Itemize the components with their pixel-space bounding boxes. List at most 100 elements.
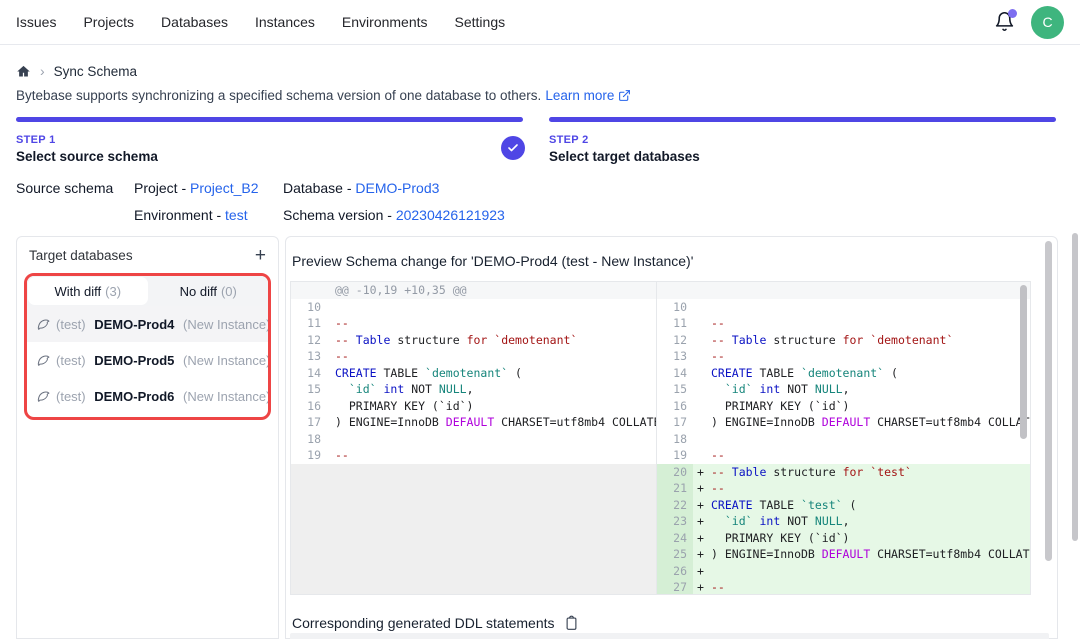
diff-line: 10: [291, 299, 656, 316]
diff-marker: [693, 398, 711, 415]
sql-token: TABLE: [753, 498, 801, 512]
line-number: 18: [291, 431, 327, 448]
diff-marker: [693, 431, 711, 448]
sql-token: NULL: [815, 514, 843, 528]
tab-label: No diff: [180, 284, 217, 299]
environment-link[interactable]: test: [225, 207, 248, 223]
sql-token: CREATE: [335, 366, 377, 380]
sql-token: `demotenant`: [425, 366, 508, 380]
diff-marker: +: [693, 464, 711, 481]
target-database-item[interactable]: (test) DEMO-Prod4 (New Instance): [27, 306, 268, 342]
breadcrumb: › Sync Schema: [16, 63, 137, 79]
diff-line: 22+CREATE TABLE `test` (: [657, 497, 1030, 514]
schema-version-link[interactable]: 20230426121923: [396, 207, 505, 223]
home-icon[interactable]: [16, 64, 31, 79]
nav-item-projects[interactable]: Projects: [83, 14, 134, 30]
code-text: --: [711, 447, 1030, 464]
sql-token: [335, 382, 349, 396]
diff-line: 18: [657, 431, 1030, 448]
nav-item-issues[interactable]: Issues: [16, 14, 56, 30]
diff-marker: [693, 299, 711, 316]
notifications-button[interactable]: [994, 11, 1016, 33]
line-number: [657, 282, 693, 299]
nav-item-instances[interactable]: Instances: [255, 14, 315, 30]
target-database-item[interactable]: (test) DEMO-Prod6 (New Instance): [27, 378, 268, 414]
target-databases-panel: Target databases + With diff(3)No diff(0…: [16, 236, 279, 639]
code-text: @@ -10,19 +10,35 @@: [335, 282, 656, 299]
sql-token: --: [711, 481, 725, 495]
sql-token: NOT: [780, 382, 815, 396]
sql-token: ) ENGINE=InnoDB: [711, 415, 822, 429]
code-text: -- Table structure for `demotenant`: [711, 332, 1030, 349]
database-environment: (test): [56, 353, 86, 368]
diff-modified-pane: 1011--12 -- Table structure for `demotena…: [656, 282, 1030, 594]
diff-line: 26+: [657, 563, 1030, 580]
external-link-icon[interactable]: [618, 89, 631, 102]
panel-scrollbar[interactable]: [1045, 241, 1052, 561]
preview-title: Preview Schema change for 'DEMO-Prod4 (t…: [292, 253, 693, 269]
diff-line: 16 PRIMARY KEY (`id`): [657, 398, 1030, 415]
diff-marker: [327, 332, 335, 349]
source-schema-label: Source schema: [16, 180, 113, 196]
avatar[interactable]: C: [1031, 6, 1064, 39]
sql-token: (: [843, 498, 857, 512]
sql-token: CREATE: [711, 498, 753, 512]
project-link[interactable]: Project_B2: [190, 180, 258, 196]
diff-marker: [327, 348, 335, 365]
tab-label: With diff: [54, 284, 101, 299]
sql-token: [753, 514, 760, 528]
sql-token: `demotenant`: [494, 333, 577, 347]
ddl-section-header: Corresponding generated DDL statements: [292, 615, 579, 631]
database-label: Database -: [283, 180, 355, 196]
sql-token: [711, 382, 725, 396]
diff-marker: [327, 282, 335, 299]
diff-line: 16 PRIMARY KEY (`id`): [291, 398, 656, 415]
schema-diff-editor[interactable]: @@ -10,19 +10,35 @@1011--12 -- Table stru…: [290, 281, 1031, 595]
code-text: PRIMARY KEY (`id`): [335, 398, 656, 415]
diff-line: 13--: [657, 348, 1030, 365]
diff-line: [657, 282, 1030, 299]
code-text: [335, 431, 656, 448]
learn-more-link[interactable]: Learn more: [545, 88, 614, 103]
copy-clipboard-icon[interactable]: [564, 615, 579, 631]
sql-token: Table: [356, 333, 391, 347]
sql-token: structure: [766, 465, 842, 479]
code-text: `id` int NOT NULL,: [711, 381, 1030, 398]
nav-menu: Issues Projects Databases Instances Environm…: [16, 14, 505, 30]
diff-marker: [327, 447, 335, 464]
diff-marker: [327, 315, 335, 332]
sql-token: TABLE: [753, 366, 801, 380]
target-database-item[interactable]: (test) DEMO-Prod5 (New Instance): [27, 342, 268, 378]
diff-marker: [327, 431, 335, 448]
code-text: [711, 431, 1030, 448]
line-number: 22: [657, 497, 693, 514]
line-number: 16: [657, 398, 693, 415]
sql-token: ) ENGINE=InnoDB: [711, 547, 822, 561]
sql-token: NOT: [404, 382, 439, 396]
chevron-right-icon: ›: [40, 63, 45, 79]
database-link[interactable]: DEMO-Prod3: [355, 180, 439, 196]
sql-token: CHARSET=utf8mb4 COLLATE: [870, 415, 1030, 429]
diff-line: 10: [657, 299, 1030, 316]
diff-line: 12 -- Table structure for `demotenant`: [657, 332, 1030, 349]
nav-item-settings[interactable]: Settings: [455, 14, 506, 30]
nav-item-databases[interactable]: Databases: [161, 14, 228, 30]
code-text: [711, 282, 1030, 299]
tab-no-diff[interactable]: No diff(0): [149, 276, 269, 306]
diff-marker: [693, 365, 711, 382]
editor-scrollbar[interactable]: [1020, 285, 1027, 439]
diff-line: 11--: [657, 315, 1030, 332]
add-target-database-button[interactable]: +: [255, 249, 266, 263]
page-scrollbar[interactable]: [1072, 233, 1078, 541]
step1-progress-bar: [16, 117, 523, 122]
diff-marker: +: [693, 480, 711, 497]
line-number: 12: [657, 332, 693, 349]
nav-item-environments[interactable]: Environments: [342, 14, 428, 30]
diff-line: 19--: [291, 447, 656, 464]
diff-line: 18: [291, 431, 656, 448]
source-database: Database - DEMO-Prod3: [283, 180, 439, 196]
tab-with-diff[interactable]: With diff(3): [28, 277, 148, 305]
diff-marker: +: [693, 579, 711, 594]
code-text: -- Table structure for `test`: [711, 464, 1030, 481]
line-number: 18: [657, 431, 693, 448]
